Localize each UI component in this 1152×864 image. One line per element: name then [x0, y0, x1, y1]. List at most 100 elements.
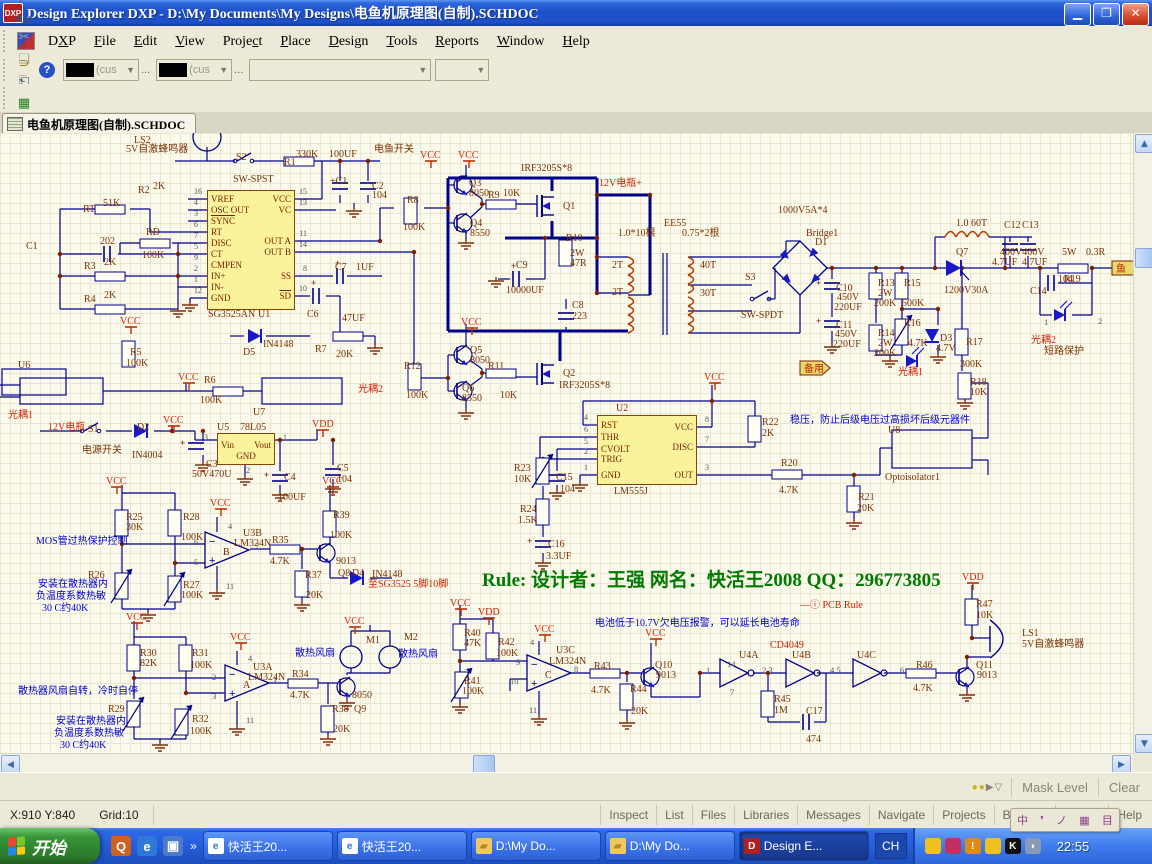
start-button[interactable]: 开始	[0, 828, 100, 864]
window-title: Design Explorer DXP - D:\My Documents\My…	[27, 3, 539, 23]
kaspersky-icon[interactable]: K	[1005, 838, 1021, 854]
hscroll-thumb[interactable]	[473, 755, 495, 773]
sch-label: D4	[352, 569, 364, 579]
volume-icon[interactable]: ◖	[1025, 838, 1041, 854]
ime-icon-4[interactable]: 目	[1102, 812, 1113, 828]
panel-projects[interactable]: Projects	[933, 805, 993, 825]
ime-icon-2[interactable]: ノ	[1056, 812, 1067, 828]
menu-file[interactable]: File	[85, 31, 125, 52]
shield-icon[interactable]: !	[965, 838, 981, 854]
sch-label: VCC	[322, 477, 343, 487]
sch-label: 104	[372, 191, 387, 201]
panel-list[interactable]: List	[656, 805, 692, 825]
menu-help[interactable]: Help	[554, 31, 599, 52]
place-bus-entry-icon[interactable]: ⌁	[13, 0, 35, 8]
taskbar-button-dxp[interactable]: DDesign E...	[739, 831, 869, 861]
menu-place[interactable]: Place	[271, 31, 319, 52]
sch-label: 40T	[700, 261, 716, 271]
vertical-scrollbar[interactable]: ▲ ▼	[1133, 133, 1152, 753]
sch-label: +C1	[330, 177, 347, 187]
title-bar[interactable]: DXP Design Explorer DXP - D:\My Document…	[0, 0, 1152, 26]
svg-text:+: +	[531, 678, 537, 690]
ic-u5[interactable]: Vin3Vout1GND2	[217, 433, 275, 465]
menu-dxp[interactable]: DXP	[39, 31, 85, 52]
menu-edit[interactable]: Edit	[125, 31, 166, 52]
ic-u2[interactable]: RST4THR6CVOLT5TRIG2GND1VCC8DISC7OUT3	[597, 415, 697, 485]
panel-navigate[interactable]: Navigate	[869, 805, 933, 825]
panel-inspect[interactable]: Inspect	[600, 805, 656, 825]
menu-tools[interactable]: Tools	[377, 31, 426, 52]
close-button[interactable]: ✕	[1122, 3, 1149, 26]
ime-icon-3[interactable]: ▦	[1079, 814, 1089, 827]
place-net-label-icon[interactable]: Net	[13, 8, 35, 30]
task-label: D:\My Do...	[496, 839, 556, 853]
color-combo-2[interactable]: (cus▼	[156, 59, 232, 81]
restore-button[interactable]: ❐	[1093, 3, 1120, 26]
sogou-icon[interactable]: Q	[111, 836, 131, 856]
color-more-1[interactable]: ...	[141, 64, 150, 76]
place-gnd-icon[interactable]: ⏚	[13, 30, 35, 52]
schematic-canvas[interactable]: ++++++++−+B−+A−+C鱼备用 LS25V自激蜂鸣器S2SW-SPST…	[0, 133, 1133, 753]
sch-label: C5	[337, 464, 349, 474]
vscroll-thumb[interactable]	[1135, 248, 1152, 268]
pin-name: GND	[211, 294, 231, 303]
qq2-icon[interactable]	[985, 838, 1001, 854]
sch-label: 2T	[612, 288, 623, 298]
menu-grip[interactable]	[3, 30, 10, 52]
sch-label: 8	[574, 664, 578, 674]
filter-status-icon[interactable]: ●●▶▽	[964, 782, 1011, 793]
panel-libraries[interactable]: Libraries	[734, 805, 797, 825]
pin-number: 1	[194, 276, 198, 284]
ic-u1[interactable]: VREF16OSC OUT4SYNC3RT6DISC7CT5CMPEN9IN+2…	[207, 190, 295, 310]
sch-label: VDD	[312, 420, 334, 430]
ie-icon[interactable]: e	[137, 836, 157, 856]
ime-icon-0[interactable]: 中	[1017, 812, 1028, 828]
clear-button[interactable]: Clear	[1098, 778, 1150, 797]
menu-reports[interactable]: Reports	[426, 31, 488, 52]
qq-icon[interactable]	[925, 838, 941, 854]
sch-label: VCC	[120, 317, 141, 327]
place-sheet-symbol-icon[interactable]: ▦	[13, 92, 35, 114]
sch-label: IRF3205S*8	[559, 381, 610, 391]
menu-project[interactable]: Project	[214, 31, 272, 52]
horizontal-scrollbar[interactable]: ◀ ▶	[0, 753, 1133, 773]
small-combo[interactable]: ▼	[435, 59, 489, 81]
taskbar-button-folder[interactable]: ▰D:\My Do...	[605, 831, 735, 861]
show-desktop-icon[interactable]: ▣	[163, 836, 183, 856]
chevron-down-icon: ▼	[415, 65, 430, 75]
panel-files[interactable]: Files	[692, 805, 734, 825]
color-combo-1[interactable]: (cus▼	[63, 59, 139, 81]
minimize-button[interactable]: ▁	[1064, 3, 1091, 26]
ime-icon-1[interactable]: ❜	[1040, 814, 1044, 827]
taskbar-button-ie[interactable]: e快活王20...	[203, 831, 333, 861]
toolbar-grip[interactable]	[3, 59, 10, 81]
wide-combo[interactable]: ▼	[249, 59, 431, 81]
ime-toolbar[interactable]: 中 ❜ ノ ▦ 目	[1010, 808, 1120, 832]
sch-label: R5	[130, 348, 142, 358]
help-icon[interactable]: ?	[39, 62, 55, 78]
sch-label: VCC	[178, 373, 199, 383]
grid-setting: Grid:10	[85, 808, 152, 822]
place-part-icon[interactable]: ⊃	[13, 52, 35, 74]
sch-label: —ⓘ PCB Rule	[800, 601, 863, 611]
menu-design[interactable]: Design	[320, 31, 378, 52]
panel-messages[interactable]: Messages	[797, 805, 869, 825]
sch-label: R9	[488, 191, 500, 201]
tab-schematic-document[interactable]: 电鱼机原理图(自制).SCHDOC	[2, 113, 196, 134]
language-indicator[interactable]: CH	[875, 833, 907, 859]
menu-window[interactable]: Window	[488, 31, 554, 52]
sch-label: 78L05	[240, 423, 266, 433]
scroll-down-icon[interactable]: ▼	[1135, 734, 1152, 753]
toolbar-grip[interactable]	[3, 87, 10, 109]
menu-view[interactable]: View	[166, 31, 214, 52]
color-more-2[interactable]: ...	[234, 64, 243, 76]
mask-level-button[interactable]: Mask Level	[1011, 778, 1098, 797]
sch-label: R32	[192, 715, 209, 725]
sch-label: 安装在散热器内	[38, 580, 108, 590]
taskbar-button-ie[interactable]: e快活王20...	[337, 831, 467, 861]
taskbar-button-folder[interactable]: ▰D:\My Do...	[471, 831, 601, 861]
sch-label: 电池低于10.7V欠电压报警，可以延长电池寿命	[595, 619, 800, 629]
scroll-up-icon[interactable]: ▲	[1135, 134, 1152, 153]
player-icon[interactable]	[945, 838, 961, 854]
quick-launch-more[interactable]: »	[190, 839, 197, 853]
